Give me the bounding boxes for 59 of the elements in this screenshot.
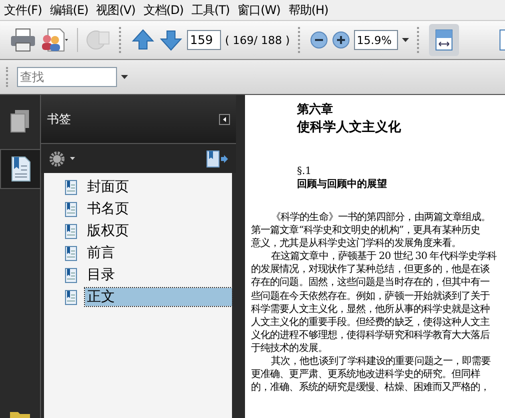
bookmark-item[interactable]: 封面页 — [85, 178, 232, 196]
text-line: 其次，他也谈到了学科建设的重要问题之一，即需要 — [270, 355, 492, 368]
text-line: 于纯技术的发展。 — [251, 342, 328, 356]
zoom-in-icon[interactable] — [332, 31, 350, 49]
bookmark-icon — [65, 290, 77, 304]
text-line: 存在的问题。固然，这些问题是当时存在的，但其中有一 — [251, 276, 491, 290]
menu-item[interactable]: 视图(V) — [96, 2, 136, 18]
dropdown-icon[interactable] — [121, 75, 128, 79]
text-line: 些问题在今天依然存在。例如，萨顿一开始就谈到了关于 — [251, 290, 491, 303]
chapter-number: 第六章 — [296, 101, 334, 118]
bookmark-icon — [65, 202, 77, 216]
text-line: 人文主义化的重要手段。但经费的缺乏，使得这种人文主 — [251, 316, 491, 329]
text-line: 第一篇文章“科学史和文明史的机构”，更具有某种历史 — [251, 224, 481, 238]
section-title: 回顾与回顾中的展望 — [296, 178, 388, 191]
text-line: 科学需要人文主义化，显然，他所从事的科学史就是这种 — [251, 302, 491, 316]
panel-title: 书签 — [47, 110, 71, 128]
bookmark-item[interactable]: 目录 — [85, 266, 232, 284]
text-line: 在这篇文章中，萨顿基于 20 世纪 30 年代科学史学科 — [270, 250, 498, 264]
collapse-button[interactable] — [219, 114, 230, 124]
text-line: 意义，尤其是从科学史这门学科的发展角度来看。 — [251, 237, 462, 250]
find-field[interactable]: 查找 — [17, 67, 117, 87]
fit-width-icon — [434, 29, 453, 51]
dropdown-icon[interactable] — [402, 38, 409, 42]
text-line: 义化的进程不够理想，使得科学研究和科学教育大大落后 — [251, 328, 491, 342]
menu-item[interactable]: 窗口(W) — [238, 2, 280, 18]
zoom-field[interactable]: 15.9% — [354, 30, 398, 50]
menu-item[interactable]: 编辑(E) — [50, 2, 88, 18]
bookmark-icon — [65, 224, 77, 238]
text-line: 更准确、更严肃、更系统地改进科学史的研究。但同样 — [251, 368, 482, 382]
page-count: ( 169/ 188 ) — [225, 34, 290, 46]
chapter-title: 使科学人文主义化 — [296, 118, 402, 136]
menu-item[interactable]: 文档(D) — [143, 2, 184, 18]
people-document-icon[interactable] — [40, 28, 70, 52]
bookmark-page-icon — [10, 156, 30, 182]
bookmark-icon — [65, 180, 77, 194]
down-arrow-icon[interactable] — [159, 28, 183, 52]
fit-width-button[interactable] — [428, 24, 459, 56]
gear-icon[interactable] — [49, 150, 75, 166]
up-arrow-icon[interactable] — [131, 28, 155, 52]
text-line: 的发展情况，对现状作了某种总结，但更多的，他是在谈 — [251, 263, 491, 276]
zoom-out-icon[interactable] — [310, 31, 328, 49]
menu-item[interactable]: 文件(F) — [4, 2, 42, 18]
text-line: 的，准确、系统的研究是缓慢、枯燥、困难而又严格的， — [251, 381, 491, 394]
bookmark-item[interactable]: 正文 — [85, 288, 232, 306]
bookmarks-tab[interactable] — [0, 149, 40, 189]
pages-icon[interactable] — [10, 109, 30, 133]
bookmark-item[interactable]: 书名页 — [85, 200, 232, 218]
bookmark-export-icon[interactable] — [206, 150, 228, 168]
bookmark-icon — [65, 268, 77, 282]
bookmark-item[interactable]: 版权页 — [85, 222, 232, 240]
folder-icon[interactable] — [9, 410, 31, 418]
menu-item[interactable]: 工具(T) — [191, 2, 230, 18]
bookmark-icon — [65, 246, 77, 260]
text-line: 《科学的生命》一书的第四部分，由两篇文章组成。 — [270, 211, 492, 224]
bookmark-item[interactable]: 前言 — [85, 244, 232, 262]
section-number: §.1 — [296, 166, 313, 177]
page-number-field[interactable]: 159 — [187, 30, 221, 50]
printer-icon[interactable] — [10, 28, 36, 52]
menu-item[interactable]: 帮助(H) — [288, 2, 328, 18]
